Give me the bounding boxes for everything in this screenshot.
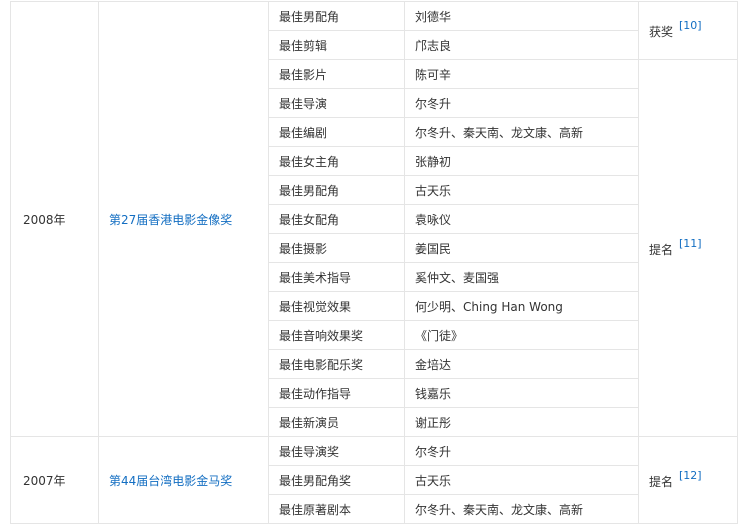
- category-cell: 最佳新演员: [268, 407, 405, 437]
- awards-table: 2008年 第27届香港电影金像奖 最佳男配角 刘德华 获奖 [10] 最佳剪辑 …: [10, 1, 738, 524]
- category-cell: 最佳音响效果奖: [268, 320, 405, 350]
- nominee-cell: 尔冬升、秦天南、龙文康、高新: [404, 494, 639, 524]
- result-cell: 获奖 [10]: [638, 1, 738, 60]
- result-text: 获奖: [649, 25, 674, 39]
- nominee-cell: 张静初: [404, 146, 639, 176]
- event-cell: 第27届香港电影金像奖: [98, 1, 269, 437]
- nominee-cell: 金培达: [404, 349, 639, 379]
- result-cell: 提名 [11]: [638, 59, 738, 437]
- nominee-cell: 《门徒》: [404, 320, 639, 350]
- year-cell: 2007年: [10, 436, 99, 524]
- category-cell: 最佳视觉效果: [268, 291, 405, 321]
- event-cell: 第44届台湾电影金马奖: [98, 436, 269, 524]
- nominee-cell: 袁咏仪: [404, 204, 639, 234]
- nominee-cell: 邝志良: [404, 30, 639, 60]
- result-cell: 提名 [12]: [638, 436, 738, 524]
- nominee-cell: 钱嘉乐: [404, 378, 639, 408]
- nominee-cell: 姜国民: [404, 233, 639, 263]
- nominee-cell: 何少明、Ching Han Wong: [404, 291, 639, 321]
- nominee-cell: 古天乐: [404, 465, 639, 495]
- table-row: 2008年 第27届香港电影金像奖 最佳男配角 刘德华 获奖 [10]: [10, 1, 738, 437]
- nominee-cell: 尔冬升、秦天南、龙文康、高新: [404, 117, 639, 147]
- year-cell: 2008年: [10, 1, 99, 437]
- category-cell: 最佳编剧: [268, 117, 405, 147]
- result-text: 提名: [649, 474, 674, 489]
- category-cell: 最佳男配角: [268, 175, 405, 205]
- category-cell: 最佳动作指导: [268, 378, 405, 408]
- event-link[interactable]: 第44届台湾电影金马奖: [109, 474, 232, 488]
- reference-link[interactable]: [10]: [679, 19, 702, 32]
- nominee-cell: 谢正彤: [404, 407, 639, 437]
- table-row: 2007年 第44届台湾电影金马奖 最佳导演奖 尔冬升 提名 [12]: [10, 436, 738, 524]
- category-cell: 最佳电影配乐奖: [268, 349, 405, 379]
- category-cell: 最佳摄影: [268, 233, 405, 263]
- nominee-cell: 刘德华: [404, 1, 639, 31]
- category-cell: 最佳原著剧本: [268, 494, 405, 524]
- nominee-cell: 陈可辛: [404, 59, 639, 89]
- nominee-cell: 尔冬升: [404, 88, 639, 118]
- category-cell: 最佳女主角: [268, 146, 405, 176]
- category-cell: 最佳女配角: [268, 204, 405, 234]
- category-cell: 最佳美术指导: [268, 262, 405, 292]
- category-cell: 最佳导演奖: [268, 436, 405, 466]
- nominee-cell: 奚仲文、麦国强: [404, 262, 639, 292]
- reference-link[interactable]: [12]: [679, 469, 702, 482]
- category-cell: 最佳男配角奖: [268, 465, 405, 495]
- nominee-cell: 尔冬升: [404, 436, 639, 466]
- category-cell: 最佳导演: [268, 88, 405, 118]
- reference-link[interactable]: [11]: [679, 237, 702, 250]
- category-cell: 最佳影片: [268, 59, 405, 89]
- result-text: 提名: [649, 242, 674, 257]
- category-cell: 最佳男配角: [268, 1, 405, 31]
- nominee-cell: 古天乐: [404, 175, 639, 205]
- event-link[interactable]: 第27届香港电影金像奖: [109, 213, 232, 227]
- category-cell: 最佳剪辑: [268, 30, 405, 60]
